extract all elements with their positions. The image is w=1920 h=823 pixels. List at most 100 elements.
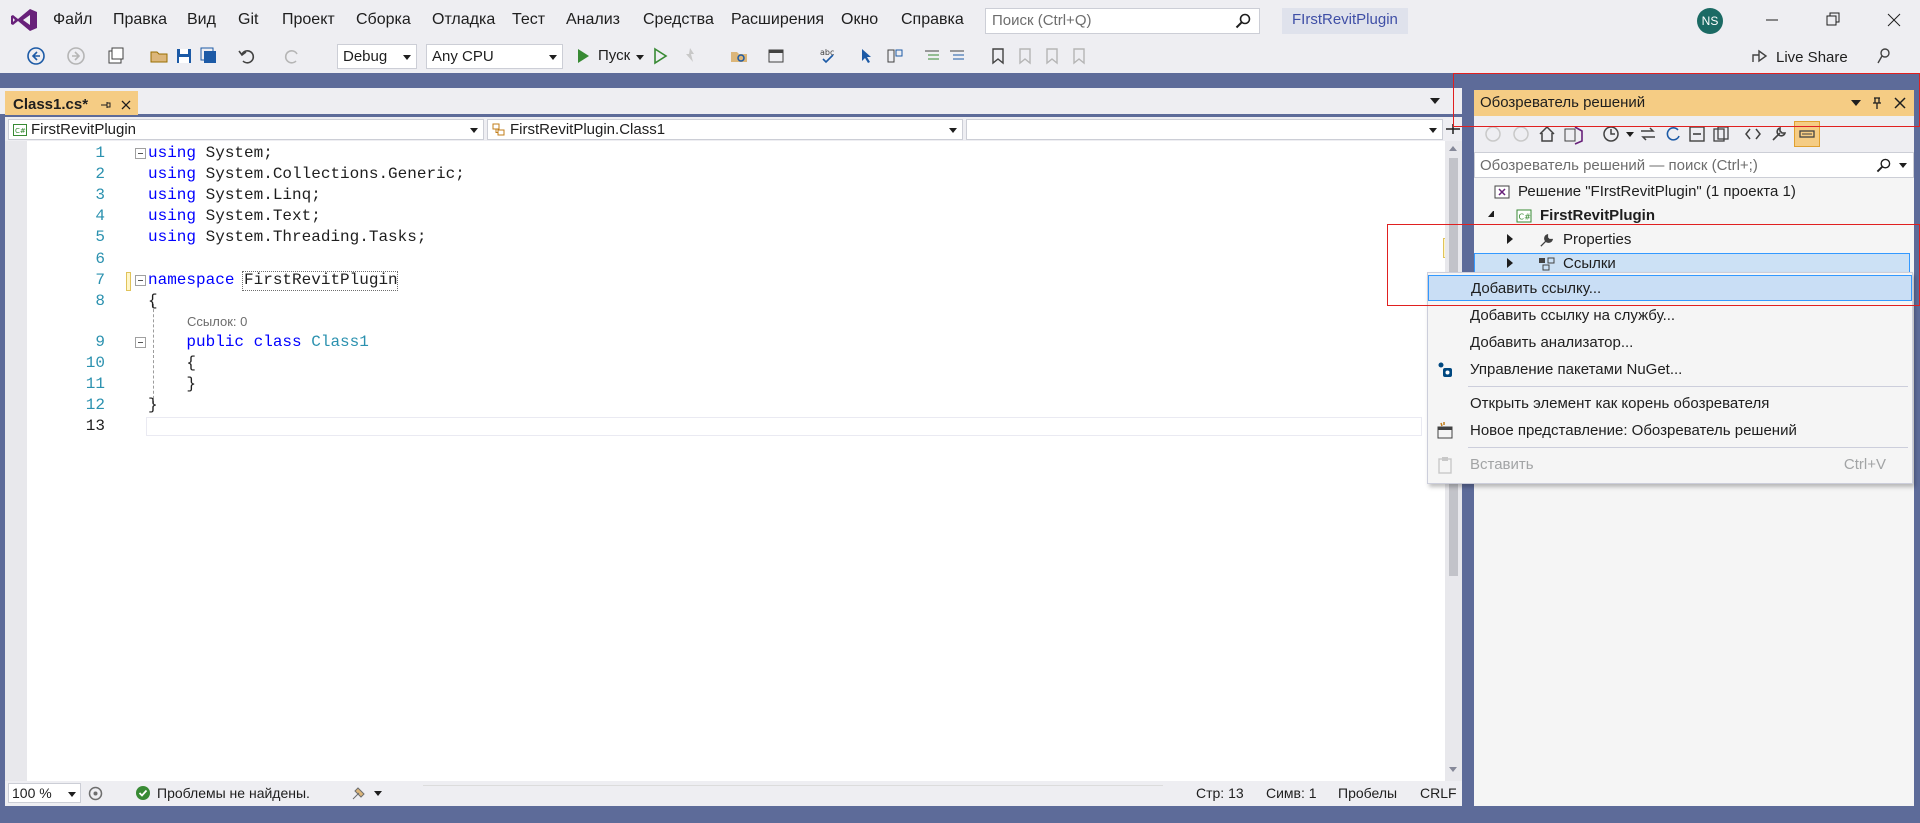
menu-test[interactable]: Тест <box>512 11 545 29</box>
hot-reload-icon[interactable] <box>680 46 700 66</box>
navigate-back-icon[interactable] <box>26 46 46 66</box>
cursor-column[interactable]: Симв: 1 <box>1266 785 1317 801</box>
horizontal-scrollbar[interactable] <box>423 785 1163 801</box>
code-line[interactable]: } <box>148 375 196 393</box>
close-tab-icon[interactable] <box>120 99 132 111</box>
nav-member-select[interactable] <box>966 119 1443 140</box>
code-line[interactable]: { <box>148 292 158 310</box>
select-element-icon[interactable] <box>858 46 878 66</box>
code-line[interactable]: using System.Linq; <box>148 186 321 204</box>
bookmark-icon[interactable] <box>988 46 1008 66</box>
tab-class1-cs[interactable]: Class1.cs* <box>5 91 138 115</box>
chevron-down-icon[interactable] <box>374 791 382 796</box>
chevron-down-icon[interactable] <box>1899 163 1907 168</box>
close-window-icon[interactable] <box>1884 10 1904 30</box>
uncomment-lines-icon[interactable] <box>947 46 967 66</box>
menu-debug[interactable]: Отладка <box>432 11 495 29</box>
menu-add-service-reference[interactable]: Добавить ссылку на службу... <box>1428 303 1912 329</box>
properties-wrench-icon[interactable] <box>1770 125 1788 143</box>
restore-icon[interactable] <box>1823 10 1843 30</box>
collapse-all-icon[interactable] <box>1688 125 1706 143</box>
code-line[interactable]: using System.Threading.Tasks; <box>148 228 426 246</box>
menu-tools[interactable]: Средства <box>643 11 714 29</box>
live-share-icon[interactable] <box>1750 46 1770 66</box>
menu-analyze[interactable]: Анализ <box>566 11 620 29</box>
expanded-arrow-icon[interactable] <box>1488 211 1494 217</box>
menu-add-analyzer[interactable]: Добавить анализатор... <box>1428 330 1912 356</box>
menu-manage-nuget[interactable]: Управление пакетами NuGet... <box>1428 357 1912 383</box>
chevron-down-icon[interactable] <box>636 55 644 60</box>
tree-project[interactable]: C# FirstRevitPlugin <box>1488 207 1655 224</box>
undo-icon[interactable] <box>237 46 257 66</box>
account-avatar[interactable]: NS <box>1697 8 1723 34</box>
codelens-references[interactable]: Ссылок: 0 <box>187 314 247 329</box>
next-bookmark-icon[interactable] <box>1042 46 1062 66</box>
issues-status[interactable]: Проблемы не найдены. <box>157 785 310 801</box>
sync-with-document-icon[interactable] <box>1639 125 1657 143</box>
code-line[interactable]: { <box>148 354 196 372</box>
open-folder-icon[interactable] <box>149 46 169 66</box>
whitespace-mode[interactable]: Пробелы <box>1338 785 1397 801</box>
menu-file[interactable]: Файл <box>53 11 92 29</box>
scroll-down-icon[interactable] <box>1449 767 1457 772</box>
visual-studio-logo-icon[interactable] <box>10 8 38 32</box>
menu-edit[interactable]: Правка <box>113 11 167 29</box>
menu-git[interactable]: Git <box>238 11 258 29</box>
menu-project[interactable]: Проект <box>282 11 335 29</box>
se-forward-icon[interactable] <box>1512 125 1530 143</box>
clear-bookmarks-icon[interactable] <box>1069 46 1089 66</box>
code-line[interactable]: } <box>148 396 158 414</box>
tree-solution[interactable]: Решение "FIrstRevitPlugin" (1 проекта 1) <box>1494 183 1796 200</box>
start-without-debug-icon[interactable] <box>650 46 670 66</box>
code-line[interactable]: using System.Text; <box>148 207 321 225</box>
menu-paste[interactable]: Вставить Ctrl+V <box>1428 452 1912 478</box>
scroll-up-icon[interactable] <box>1449 146 1457 151</box>
collapse-class-icon[interactable] <box>135 337 146 348</box>
live-share-button[interactable]: Live Share <box>1776 49 1848 66</box>
se-back-icon[interactable] <box>1484 125 1502 143</box>
cursor-line[interactable]: Стр: 13 <box>1196 785 1244 801</box>
tab-list-chevron-icon[interactable] <box>1430 98 1440 104</box>
line-endings[interactable]: CRLF <box>1420 785 1457 801</box>
menu-window[interactable]: Окно <box>841 11 878 29</box>
code-line[interactable]: public class Class1 <box>148 333 368 351</box>
show-all-files-icon[interactable] <box>1712 125 1730 143</box>
chevron-down-icon[interactable] <box>1626 132 1634 137</box>
configuration-select[interactable]: Debug <box>337 44 417 69</box>
pending-changes-icon[interactable] <box>1602 125 1620 143</box>
menu-help[interactable]: Справка <box>901 11 964 29</box>
code-cleanup-icon[interactable] <box>350 784 368 802</box>
code-health-icon[interactable] <box>87 785 104 802</box>
home-icon[interactable] <box>1538 125 1556 143</box>
feedback-icon[interactable] <box>1874 46 1894 66</box>
menu-view[interactable]: Вид <box>187 11 216 29</box>
global-search-input[interactable]: Поиск (Ctrl+Q) <box>985 8 1260 34</box>
nav-class-select[interactable]: FirstRevitPlugin.Class1 <box>487 119 963 140</box>
start-debug-icon[interactable] <box>573 46 593 66</box>
redo-icon[interactable] <box>282 46 302 66</box>
collapse-usings-icon[interactable] <box>135 148 146 159</box>
nav-project-select[interactable]: C# FirstRevitPlugin <box>8 119 484 140</box>
code-line[interactable]: using System.Collections.Generic; <box>148 165 465 183</box>
platform-select[interactable]: Any CPU <box>426 44 563 69</box>
zoom-select[interactable]: 100 % <box>8 783 81 803</box>
save-icon[interactable] <box>174 46 194 66</box>
pin-icon[interactable] <box>99 99 111 111</box>
spell-check-icon[interactable]: abc <box>818 46 838 66</box>
layout-icon[interactable] <box>766 46 786 66</box>
menu-scope-to-this[interactable]: Открыть элемент как корень обозревателя <box>1428 391 1912 417</box>
comment-lines-icon[interactable] <box>922 46 942 66</box>
new-project-icon[interactable] <box>106 46 126 66</box>
view-code-icon[interactable] <box>1744 125 1762 143</box>
collapse-namespace-icon[interactable] <box>135 275 146 286</box>
save-all-icon[interactable] <box>199 46 219 66</box>
live-tree-icon[interactable] <box>885 46 905 66</box>
prev-bookmark-icon[interactable] <box>1015 46 1035 66</box>
start-debug-button[interactable]: Пуск <box>598 47 630 64</box>
menu-extensions[interactable]: Расширения <box>731 11 824 29</box>
menu-build[interactable]: Сборка <box>356 11 411 29</box>
browse-icon[interactable] <box>729 46 749 66</box>
refresh-icon[interactable] <box>1664 125 1682 143</box>
solution-explorer-search-input[interactable]: Обозреватель решений — поиск (Ctrl+;) <box>1474 152 1914 178</box>
menu-new-se-view[interactable]: Новое представление: Обозреватель решени… <box>1428 418 1912 444</box>
